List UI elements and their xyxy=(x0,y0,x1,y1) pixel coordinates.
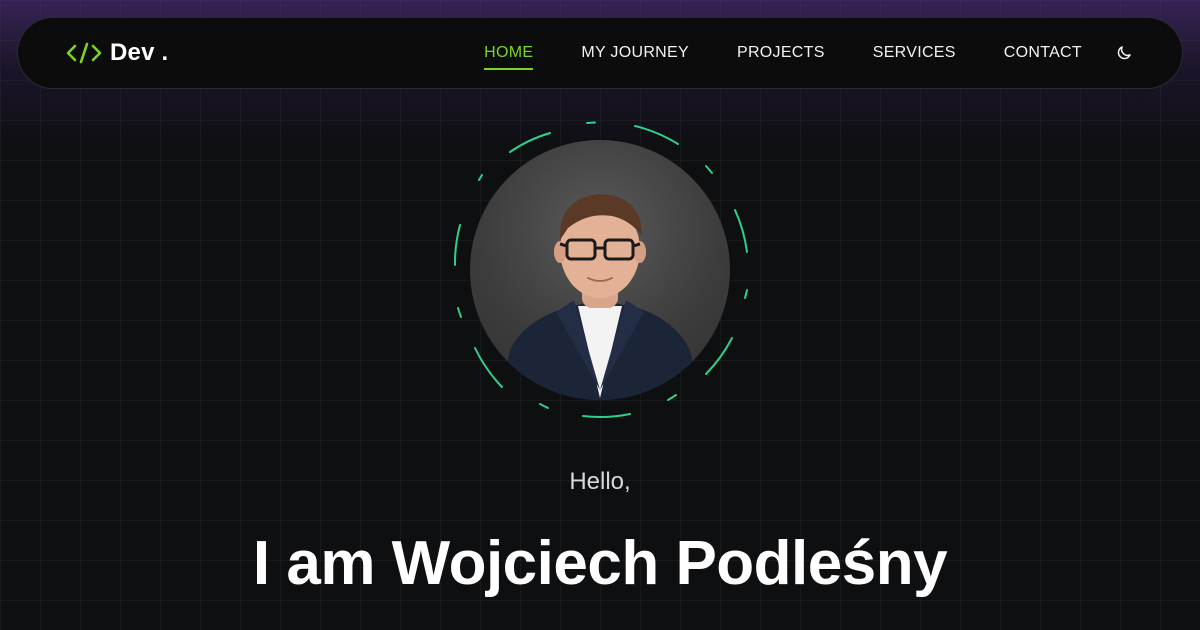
person-illustration xyxy=(500,194,702,400)
logo[interactable]: Dev . xyxy=(66,39,168,67)
theme-toggle-button[interactable] xyxy=(1114,43,1134,63)
moon-icon xyxy=(1117,46,1131,60)
page: Dev . HOME MY JOURNEY PROJECTS SERVICES … xyxy=(0,0,1200,630)
hero-headline: I am Wojciech Podleśny xyxy=(252,529,948,598)
nav-item-contact[interactable]: CONTACT xyxy=(1004,36,1082,70)
main-nav: HOME MY JOURNEY PROJECTS SERVICES CONTAC… xyxy=(484,36,1082,70)
code-brackets-icon xyxy=(66,42,102,64)
logo-text: Dev . xyxy=(110,39,169,66)
nav-item-home[interactable]: HOME xyxy=(484,36,534,70)
profile-photo xyxy=(470,140,730,400)
nav-item-services[interactable]: SERVICES xyxy=(873,36,956,70)
nav-item-projects[interactable]: PROJECTS xyxy=(737,36,825,70)
hero-greeting: Hello, xyxy=(569,468,631,495)
avatar-wrap xyxy=(450,120,750,420)
navbar: Dev . HOME MY JOURNEY PROJECTS SERVICES … xyxy=(17,17,1183,89)
nav-item-my-journey[interactable]: MY JOURNEY xyxy=(581,36,689,70)
